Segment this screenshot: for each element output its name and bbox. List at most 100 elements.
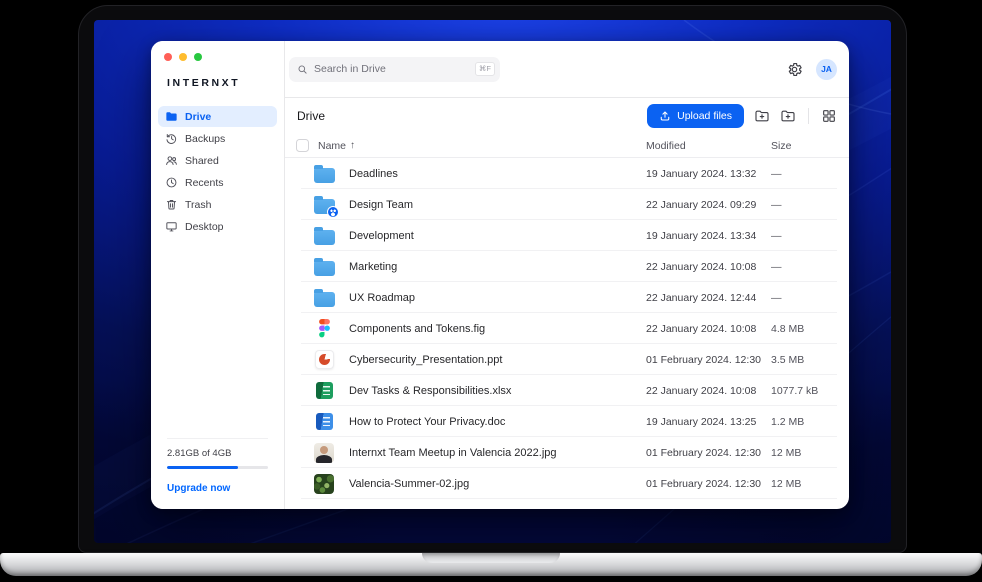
storage-progress-bar [167,466,268,470]
sidebar-nav: Drive Backups Shared [158,106,277,237]
zoom-window-button[interactable] [194,53,202,61]
file-row[interactable]: UX Roadmap 22 January 2024. 12:44 — [285,282,849,313]
file-modified: 19 January 2024. 13:25 [646,416,771,428]
search-input[interactable]: Search in Drive ⌘F [289,57,500,82]
figma-icon [312,317,336,341]
file-name: Marketing [349,261,646,273]
file-row[interactable]: Internxt Team Meetup in Valencia 2022.jp… [285,437,849,468]
photo-leaves-icon [312,472,336,496]
doc-icon [312,410,336,434]
select-all-checkbox[interactable] [296,139,309,152]
file-name: How to Protect Your Privacy.doc [349,416,646,428]
internxt-app-window: INTERNXT Drive Backups [151,41,849,509]
close-window-button[interactable] [164,53,172,61]
file-row[interactable]: Development 19 January 2024. 13:34 — [285,220,849,251]
file-modified: 22 January 2024. 10:08 [646,261,771,273]
avatar[interactable]: JA [816,59,837,80]
sidebar-item-label: Backups [185,133,225,145]
file-name: UX Roadmap [349,292,646,304]
file-row[interactable]: Components and Tokens.fig 22 January 202… [285,313,849,344]
file-name: Development [349,230,646,242]
sidebar-item-recents[interactable]: Recents [158,172,277,193]
minimize-window-button[interactable] [179,53,187,61]
file-name: Cybersecurity_Presentation.ppt [349,354,646,366]
xlsx-icon [312,379,336,403]
main-content: Search in Drive ⌘F JA Drive [285,41,849,509]
sidebar-item-trash[interactable]: Trash [158,194,277,215]
column-header-name[interactable]: Name ↑ [318,140,646,152]
topbar-right: JA [786,59,837,80]
file-row[interactable]: Deadlines 19 January 2024. 13:32 — [285,158,849,189]
file-size: 12 MB [771,478,849,490]
toolbar-divider [808,108,809,124]
folder-icon [312,224,336,248]
file-size: — [771,292,849,304]
sidebar-item-label: Drive [185,111,211,123]
file-name: Internxt Team Meetup in Valencia 2022.jp… [349,447,646,459]
file-name: Valencia-Summer-02.jpg [349,478,646,490]
upload-folder-icon[interactable] [754,108,770,124]
actionbar: Drive Upload files [285,98,849,134]
laptop-base [0,553,982,576]
toolbar-actions: Upload files [647,104,837,128]
storage-progress-fill [167,466,238,470]
clock-icon [165,176,178,189]
folder-icon [312,286,336,310]
file-row[interactable]: Marketing 22 January 2024. 10:08 — [285,251,849,282]
file-list: Deadlines 19 January 2024. 13:32 — Desig… [285,158,849,509]
upload-files-button[interactable]: Upload files [647,104,744,128]
file-size: — [771,168,849,180]
sidebar-item-drive[interactable]: Drive [158,106,277,127]
monitor-icon [165,220,178,233]
column-header-size[interactable]: Size [771,140,849,152]
people-icon [165,154,178,167]
file-modified: 01 February 2024. 12:30 [646,478,771,490]
settings-gear-icon[interactable] [786,61,803,78]
photo-person-icon [312,441,336,465]
file-size: 12 MB [771,447,849,459]
sidebar-item-label: Desktop [185,221,224,233]
column-header-modified[interactable]: Modified [646,140,771,152]
grid-view-icon[interactable] [821,108,837,124]
file-size: 1.2 MB [771,416,849,428]
file-row[interactable]: Valencia-Summer-02.jpg 01 February 2024.… [285,468,849,499]
upgrade-link[interactable]: Upgrade now [167,483,230,494]
table-header: Name ↑ Modified Size [285,134,849,158]
file-modified: 22 January 2024. 10:08 [646,385,771,397]
sidebar-item-label: Shared [185,155,219,167]
file-name: Design Team [349,199,646,211]
sidebar: INTERNXT Drive Backups [151,41,285,509]
file-row[interactable]: Design Team 22 January 2024. 09:29 — [285,189,849,220]
backup-clock-icon [165,132,178,145]
sidebar-item-label: Trash [185,199,211,211]
sidebar-item-shared[interactable]: Shared [158,150,277,171]
file-size: 4.8 MB [771,323,849,335]
laptop-screen-bezel: INTERNXT Drive Backups [78,5,907,553]
storage-widget: 2.81GB of 4GB Upgrade now [167,438,268,497]
create-folder-icon[interactable] [780,108,796,124]
file-size: — [771,230,849,242]
folder-icon [165,110,178,123]
file-row[interactable]: Cybersecurity_Presentation.ppt 01 Februa… [285,344,849,375]
laptop-lid-notch [422,553,560,563]
file-modified: 01 February 2024. 12:30 [646,354,771,366]
search-placeholder: Search in Drive [314,63,386,75]
folder-icon [312,255,336,279]
file-name: Deadlines [349,168,646,180]
sidebar-item-desktop[interactable]: Desktop [158,216,277,237]
desktop-wallpaper: INTERNXT Drive Backups [94,20,891,543]
search-icon [297,64,308,75]
file-size: — [771,199,849,211]
search-shortcut-badge: ⌘F [475,62,495,76]
folder-shared-icon [312,193,336,217]
sidebar-item-backups[interactable]: Backups [158,128,277,149]
file-row[interactable]: How to Protect Your Privacy.doc 19 Janua… [285,406,849,437]
name-column-label: Name [318,140,346,152]
file-row[interactable]: Dev Tasks & Responsibilities.xlsx 22 Jan… [285,375,849,406]
file-name: Components and Tokens.fig [349,323,646,335]
file-name: Dev Tasks & Responsibilities.xlsx [349,385,646,397]
topbar: Search in Drive ⌘F JA [285,41,849,98]
file-modified: 22 January 2024. 10:08 [646,323,771,335]
sort-arrow-icon: ↑ [350,140,355,151]
upload-icon [659,110,671,122]
